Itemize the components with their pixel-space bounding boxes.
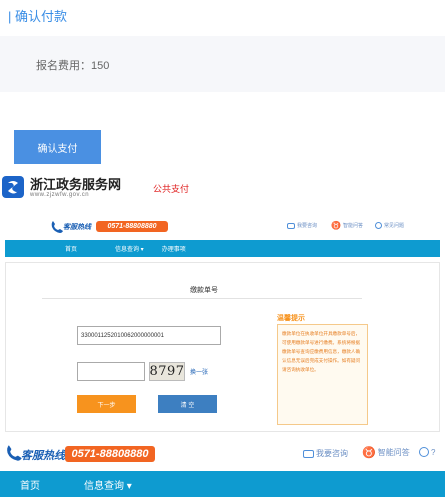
nav-guide[interactable]: 办理事项 xyxy=(162,244,186,253)
bottom-question-icon xyxy=(419,447,429,457)
bottom-consult-link[interactable]: 我要咨询 xyxy=(303,448,348,459)
hotline-number: 0571-88808880 xyxy=(96,221,168,232)
public-payment-label: 公共支付 xyxy=(153,184,190,194)
refresh-captcha-link[interactable]: 换一张 xyxy=(190,367,208,376)
tip-text: 缴款单位在执收单位开具缴款单号后，可使用缴款单号进行缴费。系统将根据缴款单号查询… xyxy=(277,324,368,425)
fee-label: 报名费用： xyxy=(36,60,91,72)
nav-home[interactable]: 首页 xyxy=(65,244,77,253)
chat-icon xyxy=(287,222,295,229)
bottom-nav-info-query[interactable]: 信息查询 ▾ xyxy=(84,477,132,492)
portal-name: 浙江政务服务网 xyxy=(30,178,122,193)
hotline-label: 客服热线 xyxy=(63,224,91,231)
faq-link[interactable]: 常见问题 xyxy=(375,222,404,229)
next-step-button[interactable]: 下一步 xyxy=(77,395,136,413)
bottom-consult-link-label: 我要咨询 xyxy=(316,449,348,458)
faq-link-label: 常见问题 xyxy=(384,223,405,229)
bottom-hotline-label: 客服热线 xyxy=(21,450,65,462)
zhejiang-gov-service-logo-icon xyxy=(2,176,24,198)
fee-text: 报名费用：150 xyxy=(36,57,109,73)
tip-title: 温馨提示 xyxy=(277,315,305,322)
bottom-smart-qa-link-label: 智能问答 xyxy=(377,448,410,457)
bottom-nav-home[interactable]: 首页 xyxy=(20,477,40,492)
bottom-faq-link-label: ? xyxy=(431,447,436,457)
payment-code-input[interactable]: 3300011252010062000000001 xyxy=(77,326,221,345)
panel-title: 缴款单号 xyxy=(190,287,218,294)
consult-link[interactable]: 我要咨询 xyxy=(287,222,317,229)
smart-qa-link[interactable]: ♉ 智能问答 xyxy=(331,221,363,230)
bottom-hotline-number: 0571-88808880 xyxy=(65,446,155,462)
embedded-nav-bar: 首页 信息查询 ▾ 办理事项 xyxy=(5,240,440,257)
phone-icon xyxy=(50,220,64,234)
clear-button[interactable]: 清 空 xyxy=(158,395,217,413)
smart-qa-link-label: 智能问答 xyxy=(342,223,363,229)
portal-url: www.zjzwfw.gov.cn xyxy=(30,192,90,198)
panel-divider xyxy=(42,298,362,299)
bottom-faq-link[interactable]: ? xyxy=(419,447,435,457)
bottom-chat-icon xyxy=(303,449,314,458)
bottom-nav-bar: 首页 信息查询 ▾ xyxy=(0,471,445,497)
question-icon xyxy=(375,222,382,229)
robot-icon: ♉ xyxy=(331,221,341,230)
confirm-payment-button[interactable]: 确认支付 xyxy=(14,130,101,164)
captcha-image: 8797 xyxy=(149,362,185,381)
section-title: | 确认付款 xyxy=(8,9,67,24)
payment-code-panel xyxy=(5,262,440,432)
bottom-smart-qa-link[interactable]: ♉ 智能问答 xyxy=(362,446,410,459)
captcha-input[interactable] xyxy=(77,362,145,381)
consult-link-label: 我要咨询 xyxy=(297,223,318,229)
nav-info-query[interactable]: 信息查询 ▾ xyxy=(115,244,144,253)
bottom-robot-icon: ♉ xyxy=(362,447,376,459)
fee-amount: 150 xyxy=(91,60,110,72)
